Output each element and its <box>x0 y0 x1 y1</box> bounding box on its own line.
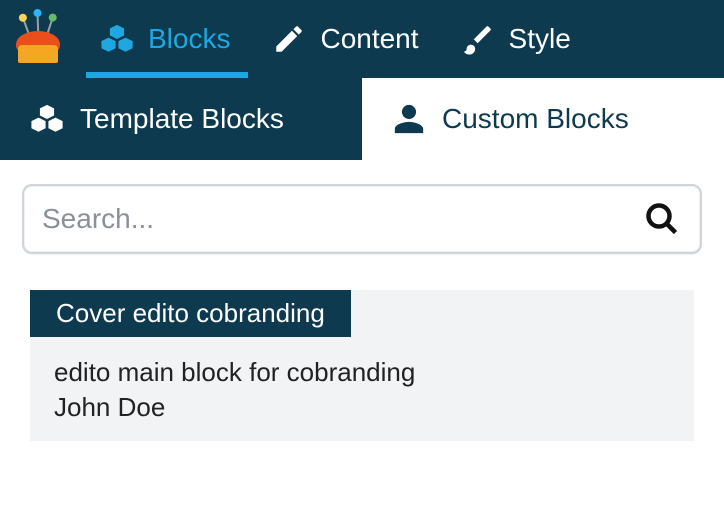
active-underline <box>86 72 248 78</box>
brush-icon <box>461 22 495 56</box>
cubes-icon <box>30 102 64 136</box>
nav-tab-label: Blocks <box>148 23 230 55</box>
block-card-title: Cover edito cobranding <box>30 290 351 337</box>
content-area: Cover edito cobranding edito main block … <box>0 160 724 465</box>
block-card-author: John Doe <box>30 390 694 425</box>
nav-tab-label: Content <box>320 23 418 55</box>
block-card-description: edito main block for cobranding <box>30 337 694 390</box>
subtab-label: Custom Blocks <box>442 103 629 135</box>
user-icon <box>392 102 426 136</box>
search-icon <box>644 201 680 237</box>
search-field-wrapper[interactable] <box>22 184 702 254</box>
subnav: Template Blocks Custom Blocks <box>0 78 724 160</box>
nav-tab-content[interactable]: Content <box>268 0 426 78</box>
topbar: Blocks Content Style <box>0 0 724 78</box>
search-input[interactable] <box>42 203 632 235</box>
subtab-label: Template Blocks <box>80 103 284 135</box>
app-logo <box>10 11 66 67</box>
subtab-custom-blocks[interactable]: Custom Blocks <box>362 78 724 160</box>
pencil-icon <box>272 22 306 56</box>
cubes-icon <box>100 22 134 56</box>
nav-tab-style[interactable]: Style <box>457 0 579 78</box>
subtab-template-blocks[interactable]: Template Blocks <box>0 78 362 160</box>
block-card[interactable]: Cover edito cobranding edito main block … <box>30 290 694 441</box>
nav-tab-label: Style <box>509 23 571 55</box>
nav-tab-blocks[interactable]: Blocks <box>96 0 238 78</box>
